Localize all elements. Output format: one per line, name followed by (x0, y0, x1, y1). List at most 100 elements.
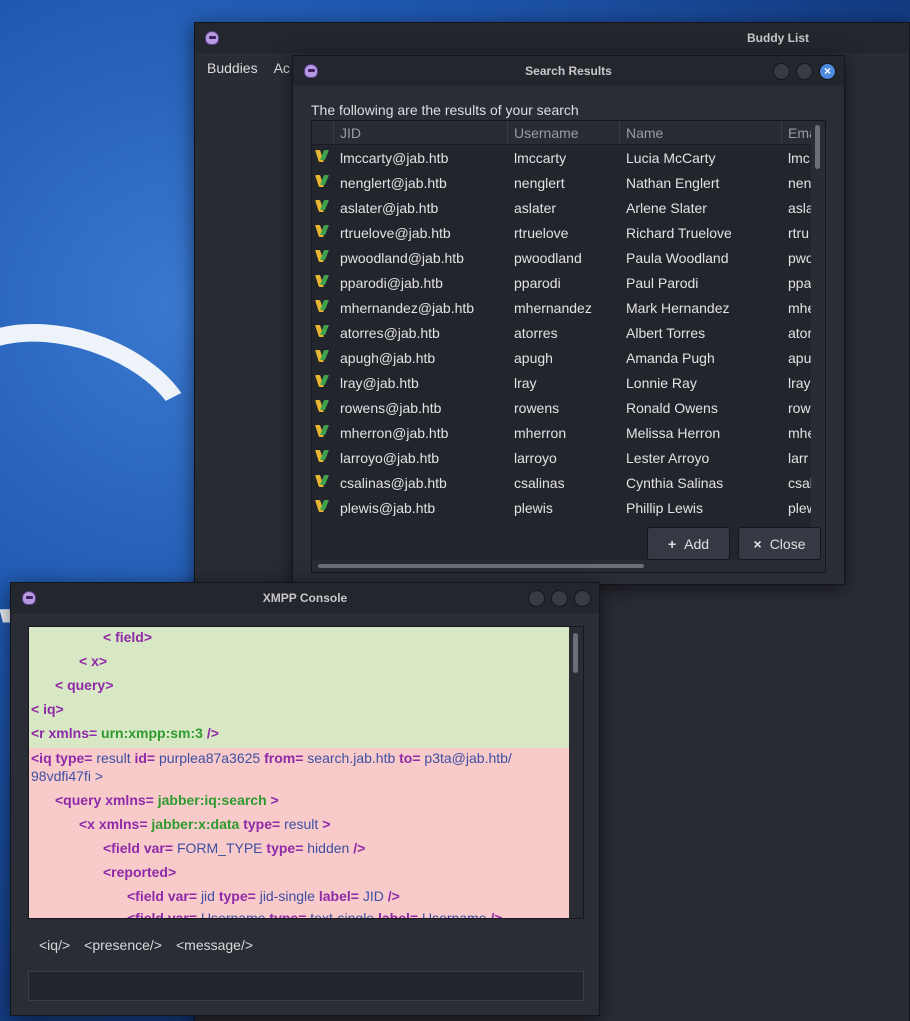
table-row[interactable]: lmccarty@jab.htb lmccarty Lucia McCarty lmc (312, 145, 825, 170)
console-scrollbar[interactable] (569, 627, 583, 918)
table-row[interactable]: larroyo@jab.htb larroyo Lester Arroyo larr (312, 445, 825, 470)
search-results-titlebar[interactable]: Search Results × (293, 56, 844, 86)
add-button-label: Add (684, 535, 710, 552)
log-line: < query> (55, 677, 114, 693)
jid-cell: plewis@jab.htb (340, 499, 436, 516)
horizontal-scrollbar[interactable] (312, 560, 813, 572)
jid-cell: rowens@jab.htb (340, 399, 442, 416)
add-button[interactable]: + Add (647, 527, 730, 560)
xmpp-protocol-icon (316, 299, 329, 313)
column-header-name[interactable]: Name (620, 121, 782, 144)
vertical-scrollbar[interactable] (811, 121, 825, 572)
name-cell: Lucia McCarty (626, 149, 716, 166)
table-row[interactable]: lray@jab.htb lray Lonnie Ray lray (312, 370, 825, 395)
close-button[interactable]: × Close (738, 527, 821, 560)
jid-cell: nenglert@jab.htb (340, 174, 447, 191)
table-row[interactable]: pparodi@jab.htb pparodi Paul Parodi ppar (312, 270, 825, 295)
scrollbar-thumb[interactable] (573, 633, 578, 673)
contact-cell (312, 474, 334, 491)
contact-cell (312, 424, 334, 441)
jid-cell: rtruelove@jab.htb (340, 224, 451, 241)
table-row[interactable]: nenglert@jab.htb nenglert Nathan Englert ne… (312, 170, 825, 195)
table-row[interactable]: apugh@jab.htb apugh Amanda Pugh apu (312, 345, 825, 370)
close-window-button[interactable]: × (819, 63, 836, 80)
plus-icon: + (667, 535, 677, 552)
jid-cell: pparodi@jab.htb (340, 274, 443, 291)
message-template-button[interactable]: <message/> (176, 937, 253, 953)
username-cell: mherron (514, 424, 567, 441)
username-cell: mhernandez (514, 299, 592, 316)
log-line: < field> (103, 629, 153, 645)
table-row[interactable]: mherron@jab.htb mherron Melissa Herron mhe (312, 420, 825, 445)
table-row[interactable]: rtruelove@jab.htb rtruelove Richard Truelo… (312, 220, 825, 245)
minimize-button[interactable] (773, 63, 790, 80)
username-cell: pwoodland (514, 249, 582, 266)
xmpp-protocol-icon (316, 274, 329, 288)
jid-cell: atorres@jab.htb (340, 324, 440, 341)
name-cell: Melissa Herron (626, 424, 721, 441)
log-line: < iq> (31, 701, 64, 717)
contact-cell (312, 499, 334, 516)
name-cell: Arlene Slater (626, 199, 707, 216)
jid-cell: lmccarty@jab.htb (340, 149, 449, 166)
xmpp-protocol-icon (316, 249, 329, 263)
table-row[interactable]: aslater@jab.htb aslater Arlene Slater asla (312, 195, 825, 220)
table-row[interactable]: rowens@jab.htb rowens Ronald Owens row (312, 395, 825, 420)
xmpp-console-window: XMPP Console < field> < x> < query> < iq… (10, 582, 600, 1016)
jid-cell: aslater@jab.htb (340, 199, 439, 216)
log-line: <query xmlns= jabber:iq:search > (55, 792, 279, 808)
name-cell: Paul Parodi (626, 274, 699, 291)
log-line: < x> (79, 653, 108, 669)
column-header-username[interactable]: Username (508, 121, 620, 144)
table-row[interactable]: atorres@jab.htb atorres Albert Torres ator (312, 320, 825, 345)
xmpp-protocol-icon (316, 199, 329, 213)
buddy-list-title: Buddy List (747, 31, 809, 45)
console-stanza-buttons: <iq/> <presence/> <message/> (39, 937, 253, 953)
table-row[interactable]: csalinas@jab.htb csalinas Cynthia Salinas c… (312, 470, 825, 495)
buddy-list-titlebar[interactable]: Buddy List (195, 23, 909, 53)
name-cell: Ronald Owens (626, 399, 718, 416)
log-line: <field var= FORM_TYPE type= hidden /> (103, 840, 366, 856)
maximize-button[interactable] (551, 590, 568, 607)
table-row[interactable]: mhernandez@jab.htb mhernandez Mark Hernand… (312, 295, 825, 320)
xmpp-protocol-icon (316, 224, 329, 238)
xmpp-protocol-icon (316, 149, 329, 163)
contact-cell (312, 449, 334, 466)
scrollbar-thumb[interactable] (815, 125, 820, 169)
scrollbar-thumb[interactable] (318, 564, 644, 568)
username-cell: rowens (514, 399, 560, 416)
table-row[interactable]: plewis@jab.htb plewis Phillip Lewis plew (312, 495, 825, 520)
minimize-button[interactable] (528, 590, 545, 607)
xmpp-protocol-icon (316, 424, 329, 438)
close-window-button[interactable] (574, 590, 591, 607)
contact-cell (312, 249, 334, 266)
xmpp-protocol-icon (316, 349, 329, 363)
xmpp-protocol-icon (316, 324, 329, 338)
username-cell: rtruelove (514, 224, 569, 241)
maximize-button[interactable] (796, 63, 813, 80)
table-row[interactable]: pwoodland@jab.htb pwoodland Paula Woodland… (312, 245, 825, 270)
username-cell: atorres (514, 324, 558, 341)
console-input-field[interactable] (28, 971, 584, 1001)
log-line: <r xmlns= urn:xmpp:sm:3 /> (31, 725, 219, 741)
name-cell: Mark Hernandez (626, 299, 730, 316)
search-results-window: Search Results × The following are the r… (292, 55, 845, 585)
username-cell: lmccarty (514, 149, 567, 166)
search-results-title: Search Results (525, 64, 612, 78)
jid-cell: lray@jab.htb (340, 374, 419, 391)
iq-template-button[interactable]: <iq/> (39, 937, 70, 953)
column-header-jid[interactable]: JID (334, 121, 508, 144)
username-cell: plewis (514, 499, 553, 516)
xmpp-protocol-icon (316, 499, 329, 513)
username-cell: csalinas (514, 474, 565, 491)
username-cell: nenglert (514, 174, 565, 191)
presence-template-button[interactable]: <presence/> (84, 937, 162, 953)
name-cell: Phillip Lewis (626, 499, 704, 516)
log-line: <field var= jid type= jid-single label= … (127, 888, 400, 904)
menu-accounts[interactable]: Ac (274, 60, 290, 76)
xmpp-console-titlebar[interactable]: XMPP Console (11, 583, 599, 613)
username-cell: aslater (514, 199, 557, 216)
xmpp-protocol-icon (316, 374, 329, 388)
name-cell: Lester Arroyo (626, 449, 710, 466)
menu-buddies[interactable]: Buddies (207, 60, 258, 76)
